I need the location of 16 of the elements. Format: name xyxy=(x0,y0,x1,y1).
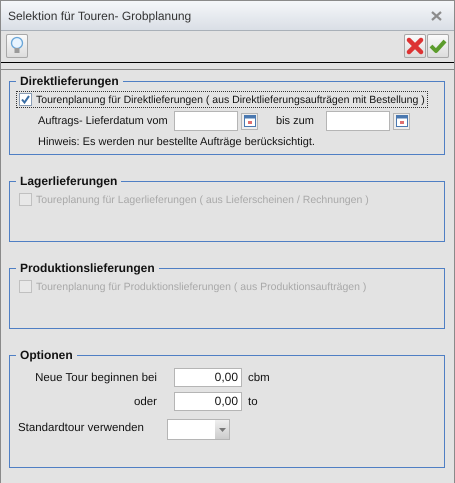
unit-label: to xyxy=(248,396,258,408)
field-label: Standardtour verwenden xyxy=(17,422,145,434)
checkbox-label[interactable]: Tourenplanung für Direktlieferungen ( aus Direktlieferungsaufträgen mit Bestellung ) xyxy=(16,91,428,108)
date-label: Auftrags- Lieferdatum vom xyxy=(38,115,169,127)
section-title: Direktlieferungen xyxy=(19,74,120,88)
section-title: Optionen xyxy=(19,348,74,362)
field-label: Neue Tour beginnen bei xyxy=(34,372,158,384)
number-field[interactable]: 0,00 xyxy=(174,368,242,387)
number-field[interactable]: 0,00 xyxy=(174,392,242,411)
hint-text: Hinweis: Es werden nur bestellte Aufträge berücksichtigt. xyxy=(38,136,316,148)
date-label: bis zum xyxy=(276,115,315,127)
field-label: oder xyxy=(132,396,158,408)
window-title: Selektion für Touren- Grobplanung xyxy=(8,8,192,22)
section-title: Lagerlieferungen xyxy=(19,174,118,188)
section-title: Produktionslieferungen xyxy=(19,261,156,275)
unit-label: cbm xyxy=(248,372,270,384)
